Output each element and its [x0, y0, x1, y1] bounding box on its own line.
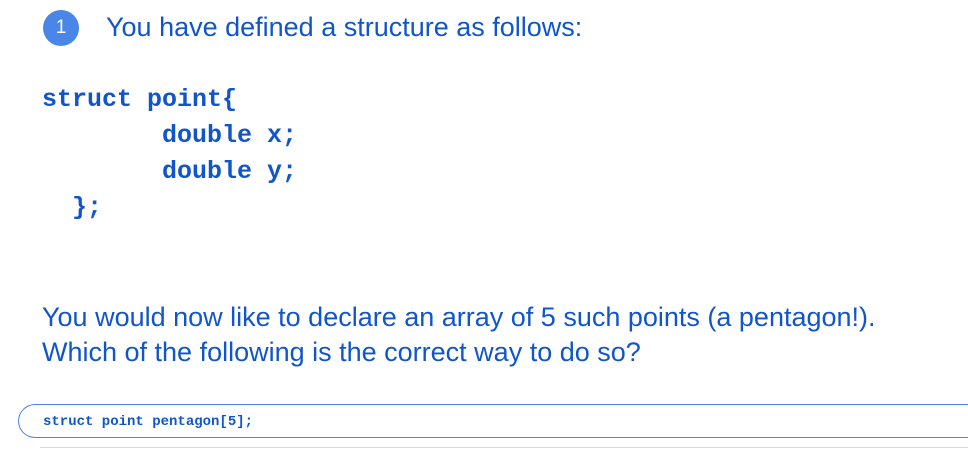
- answer-option-label: struct point pentagon[5];: [43, 414, 254, 430]
- question-number-badge: 1: [43, 10, 79, 46]
- answer-option[interactable]: struct point pentagon[5];: [18, 404, 968, 438]
- code-snippet: struct point{ double x; double y; };: [42, 82, 297, 226]
- question-text-line: Which of the following is the correct wa…: [42, 337, 641, 367]
- quiz-page: 1 You have defined a structure as follow…: [0, 0, 968, 451]
- question-prompt: You have defined a structure as follows:: [106, 12, 583, 42]
- question-text-line: You would now like to declare an array o…: [42, 302, 876, 332]
- code-line: };: [42, 193, 103, 222]
- code-line: double y;: [42, 157, 298, 186]
- divider: [40, 447, 968, 448]
- code-line: double x;: [42, 121, 298, 150]
- question-text: You would now like to declare an array o…: [42, 300, 952, 370]
- code-line: struct point{: [42, 85, 238, 114]
